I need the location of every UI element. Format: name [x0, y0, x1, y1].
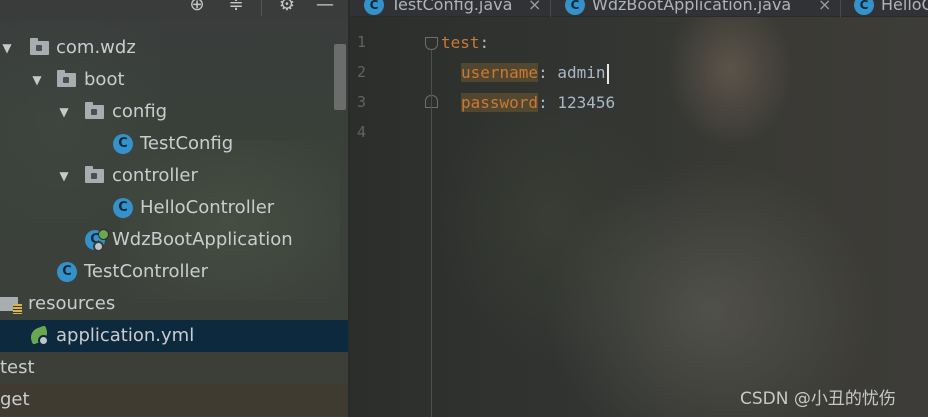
locate-icon[interactable]: ⊕: [187, 0, 207, 16]
tab-wdzbootapplication[interactable]: C WdzBootApplication.java ×: [565, 0, 837, 17]
text-caret: [606, 63, 609, 84]
tree-item-label: test: [0, 357, 35, 378]
expand-arrow-icon[interactable]: ▼: [57, 96, 71, 128]
settings-gear-icon[interactable]: ⚙: [277, 0, 297, 16]
tree-item-label: HelloController: [140, 197, 275, 218]
spring-gear-icon: [38, 335, 49, 346]
close-tab-icon[interactable]: ×: [818, 0, 831, 17]
tab-label: WdzBootApplication.java: [592, 0, 792, 14]
tree-item-config[interactable]: ▼ config: [0, 96, 348, 128]
tree-item-controller[interactable]: ▼ controller: [0, 160, 348, 192]
yaml-key: username: [461, 63, 539, 82]
yaml-value: 123456: [557, 93, 616, 112]
package-folder-icon: [30, 38, 49, 55]
right-margin-guide: [431, 50, 432, 417]
class-icon: C: [113, 134, 133, 154]
line-number: 2: [356, 63, 366, 81]
close-tab-icon[interactable]: ×: [528, 0, 541, 17]
project-toolbar: ⊕ ≑ ⚙ —: [0, 0, 348, 16]
tree-item-testconfig[interactable]: C TestConfig: [0, 128, 348, 160]
hide-panel-icon[interactable]: —: [315, 0, 335, 16]
tab-separator: [840, 0, 841, 17]
expand-arrow-icon[interactable]: ▼: [57, 160, 71, 192]
watermark: CSDN @小丑的忧伤: [740, 389, 896, 409]
tree-item-label: config: [112, 101, 168, 122]
code-line-1[interactable]: test:: [441, 28, 489, 58]
tab-hellocontroller[interactable]: C HelloC: [854, 0, 928, 17]
tab-label: TestConfig.java: [391, 0, 513, 14]
tree-item-boot[interactable]: ▼ boot: [0, 64, 348, 96]
expand-arrow-icon[interactable]: ▼: [30, 64, 44, 96]
tree-item-label: get: [0, 389, 30, 410]
collapse-all-icon[interactable]: ≑: [226, 0, 246, 16]
yaml-value: admin: [557, 63, 606, 82]
tree-item-hellocontroller[interactable]: C HelloController: [0, 192, 348, 224]
project-panel: ⊕ ≑ ⚙ — ▼ com.wdz ▼ boot ▼ config C Test…: [0, 0, 348, 417]
tree-item-label: boot: [84, 69, 125, 90]
toolbar-separator: [261, 0, 262, 16]
line-number: 1: [356, 33, 366, 51]
tab-testconfig[interactable]: C TestConfig.java ×: [364, 0, 544, 17]
code-line-3[interactable]: password: 123456: [461, 88, 615, 118]
tab-label: HelloC: [881, 0, 928, 14]
tree-item-label: resources: [28, 293, 116, 314]
class-icon: C: [57, 262, 77, 282]
line-number: 3: [356, 93, 366, 111]
class-icon: C: [854, 0, 874, 15]
class-icon: C: [364, 0, 384, 15]
editor-panel: C TestConfig.java × C WdzBootApplication…: [350, 0, 928, 417]
yaml-colon: :: [538, 63, 558, 82]
class-icon: C: [113, 198, 133, 218]
line-number: 4: [356, 123, 366, 141]
package-folder-icon: [85, 102, 104, 119]
tree-item-label: TestConfig: [140, 133, 234, 154]
editor-tab-bar: C TestConfig.java × C WdzBootApplication…: [350, 0, 928, 17]
tree-item-label: TestController: [84, 261, 208, 282]
package-folder-icon: [57, 70, 76, 87]
fold-marker-icon[interactable]: [425, 37, 438, 50]
code-line-2[interactable]: username: admin: [461, 58, 609, 88]
tree-item-resources[interactable]: resources: [0, 288, 348, 320]
tree-item-testcontroller[interactable]: C TestController: [0, 256, 348, 288]
tree-item-com-wdz[interactable]: ▼ com.wdz: [0, 32, 348, 64]
tree-item-label: com.wdz: [56, 37, 136, 58]
tree-item-application-yml[interactable]: application.yml: [0, 320, 348, 352]
tree-item-test[interactable]: test: [0, 352, 348, 384]
background-photo: [350, 0, 928, 417]
tree-item-wdzbootapplication[interactable]: C WdzBootApplication: [0, 224, 348, 256]
tab-separator: [550, 0, 551, 17]
package-folder-icon: [85, 166, 104, 183]
yaml-key: password: [461, 93, 539, 112]
yaml-key: test: [441, 33, 480, 52]
resources-badge-icon: [13, 304, 22, 314]
tree-item-get[interactable]: get: [0, 384, 348, 416]
project-scrollbar[interactable]: [334, 44, 346, 110]
yaml-colon: :: [479, 33, 490, 52]
run-badge-icon: [98, 229, 109, 240]
expand-arrow-icon[interactable]: ▼: [0, 32, 14, 64]
yaml-colon: :: [538, 93, 558, 112]
spring-gear-icon: [93, 241, 104, 252]
tree-item-label: controller: [112, 165, 198, 186]
boot-class-icon: C: [565, 0, 585, 15]
tree-item-label: WdzBootApplication: [112, 229, 293, 250]
tree-item-label: application.yml: [56, 325, 195, 346]
